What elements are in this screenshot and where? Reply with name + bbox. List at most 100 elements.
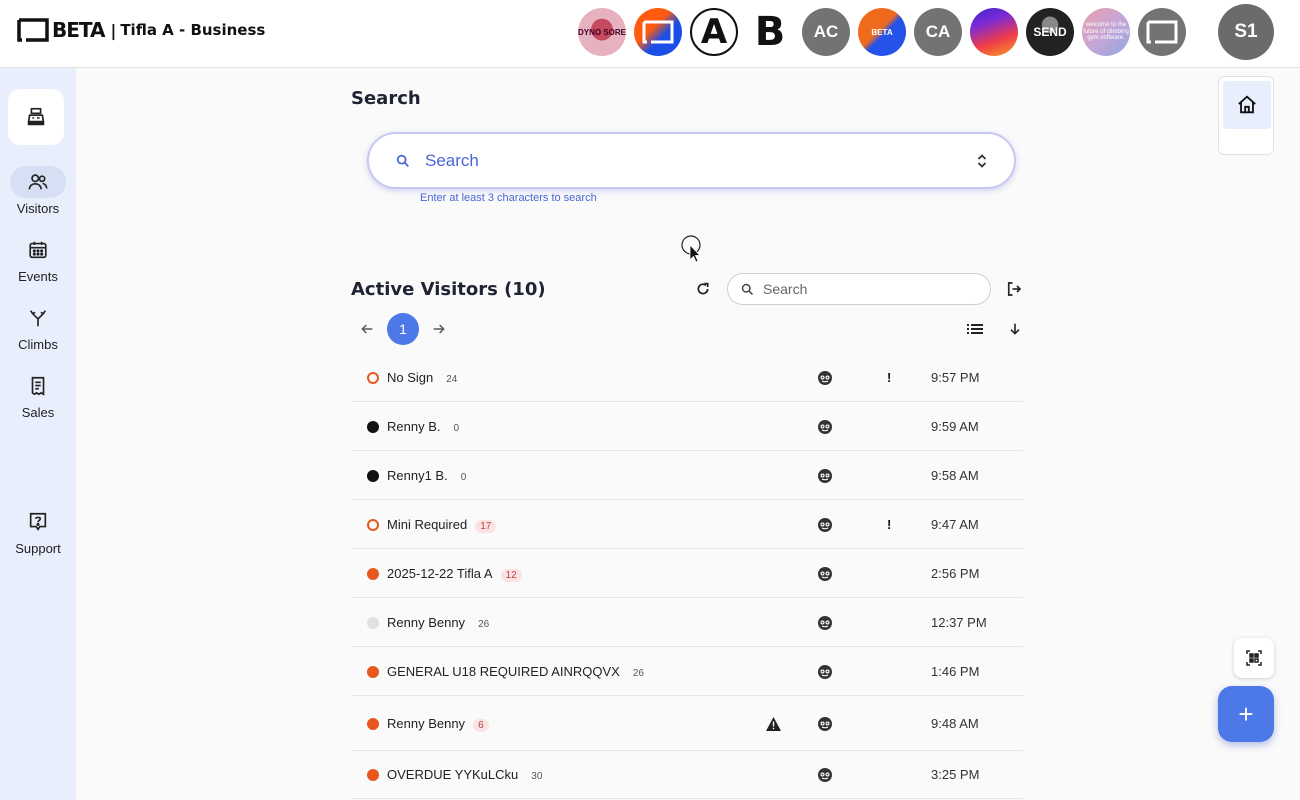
visitor-search-box[interactable] [727,273,991,305]
sidebar: Visitors Events Climbs Sales Support [0,68,76,800]
visit-count-badge: 12 [500,568,522,582]
active-visitors-title: Active Visitors (10) [351,279,546,300]
visit-count-badge: 17 [475,519,497,533]
visitor-row[interactable]: Renny Benny 6 9:48 AM [351,696,1023,751]
visitor-row[interactable]: Renny B. 0 9:59 AM [351,402,1023,451]
visitor-name-text: Renny1 B. [387,467,448,483]
gym-avatar-label: CA [925,22,951,41]
home-icon [1238,95,1256,114]
face-icon[interactable] [817,664,833,680]
alert-icon[interactable]: ! [887,370,891,385]
visitor-row[interactable]: Mini Required 17! 9:47 AM [351,500,1023,549]
face-icon[interactable] [817,370,833,386]
front-desk-button[interactable] [8,89,64,145]
top-bar: BETA | Tifla A - Business DYNO SORE A B AC B… [0,0,1300,68]
page-number-button[interactable]: 1 [387,313,419,345]
prev-page-arrow-icon[interactable] [357,319,377,339]
status-dot [367,665,379,678]
visitor-name: Mini Required 17 [387,516,497,533]
user-avatar[interactable]: S1 [1218,4,1274,60]
sidebar-item-climbs[interactable]: Climbs [0,302,76,360]
gym-avatar[interactable]: A [690,8,738,56]
business-name: Tifla A - Business [120,21,266,39]
calendar-icon [10,234,66,266]
next-page-arrow-icon[interactable] [429,319,449,339]
add-button[interactable]: + [1218,686,1274,742]
visitor-row[interactable]: 2025-12-22 Tifla A 12 2:56 PM [351,549,1023,598]
visitor-name-text: Renny Benny [387,715,466,731]
visitor-row[interactable]: Renny1 B. 0 9:58 AM [351,451,1023,500]
visit-count-badge: 0 [453,422,460,434]
search-helper-text: Enter at least 3 characters to search [420,192,597,204]
quick-nav-card [1218,76,1274,155]
visitor-name-text: Renny Benny [387,614,466,630]
gym-avatar-label: welcome to the future of climbing gym so… [1083,22,1129,42]
status-dot [367,420,379,433]
sidebar-item-visitors[interactable]: Visitors [0,166,76,224]
gym-avatar[interactable]: DYNO SORE [578,8,626,56]
select-arrows-icon[interactable] [976,153,988,169]
visit-count-badge: 26 [632,667,644,679]
face-icon[interactable] [817,468,833,484]
visitor-row[interactable]: GENERAL U18 REQUIRED AINRQQVX 26 1:46 PM [351,647,1023,696]
visitor-list: No Sign 24! 9:57 PM Renny B. 0 9:59 AM Renny1 … [351,353,1023,799]
list-view-icon[interactable] [965,319,985,339]
home-button[interactable] [1223,81,1271,129]
gym-avatar[interactable]: BETA [858,8,906,56]
visit-count-badge: 24 [446,373,458,385]
visitor-row[interactable]: OVERDUE YYKuLCku 30 3:25 PM [351,751,1023,799]
visitor-row[interactable]: No Sign 24! 9:57 PM [351,353,1023,402]
status-dot [367,769,379,781]
sidebar-item-events[interactable]: Events [0,234,76,292]
visitor-name: Renny1 B. 0 [387,468,471,483]
logout-icon[interactable] [1004,279,1024,299]
brand-separator: | [110,20,117,40]
help-icon [10,506,66,538]
visitor-name-text: Renny B. [387,418,441,434]
face-icon[interactable] [817,566,833,582]
gym-avatar[interactable]: B [746,8,794,56]
visit-count-badge: 6 [473,718,489,732]
search-icon [395,153,411,169]
visit-count-badge: 26 [478,618,490,630]
alert-icon[interactable]: ! [887,517,891,532]
qr-scan-button[interactable] [1234,638,1274,678]
sidebar-item-support[interactable]: Support [0,506,76,564]
gym-avatar[interactable]: welcome to the future of climbing gym so… [1082,8,1130,56]
sidebar-item-sales[interactable]: Sales [0,370,76,428]
gym-switcher: DYNO SORE A B AC BETA CA SEND welcome to the fu… [578,8,1186,56]
checkin-time: 12:37 PM [931,614,987,630]
visitor-name-text: OVERDUE YYKuLCku [387,767,519,782]
face-icon[interactable] [817,615,833,631]
visitor-row[interactable]: Renny Benny 26 12:37 PM [351,598,1023,647]
face-icon[interactable] [817,419,833,435]
global-search-box[interactable] [367,132,1016,189]
sort-down-arrow-icon[interactable] [1005,319,1025,339]
gym-avatar[interactable] [1138,8,1186,56]
visitor-name-text: GENERAL U18 REQUIRED AINRQQVX [387,663,620,679]
mouse-cursor-icon [681,235,705,270]
visitor-name: 2025-12-22 Tifla A 12 [387,566,522,582]
gym-avatar[interactable] [634,8,682,56]
gym-avatar[interactable]: AC [802,8,850,56]
visit-count-badge: 30 [531,771,543,782]
gym-avatar[interactable]: SEND [1026,8,1074,56]
brand-logo[interactable]: BETA | Tifla A - Business [16,17,265,43]
visitor-name: No Sign 24 [387,370,462,385]
gym-avatar[interactable] [970,8,1018,56]
checkin-time: 9:59 AM [931,418,979,434]
face-icon[interactable] [817,716,833,732]
visitor-name-text: Mini Required [387,516,468,532]
gym-avatar[interactable]: CA [914,8,962,56]
face-icon[interactable] [817,767,833,783]
face-icon[interactable] [817,517,833,533]
sidebar-item-label: Sales [21,405,55,420]
visitor-name: Renny B. 0 [387,419,464,434]
refresh-icon[interactable] [693,279,713,299]
global-search-input[interactable] [425,150,945,171]
visitor-search-input[interactable] [763,281,963,297]
warning-icon[interactable] [765,716,781,732]
checkin-time: 9:48 AM [931,715,979,731]
status-dot [367,518,379,531]
gym-avatar-label: B [754,9,786,55]
